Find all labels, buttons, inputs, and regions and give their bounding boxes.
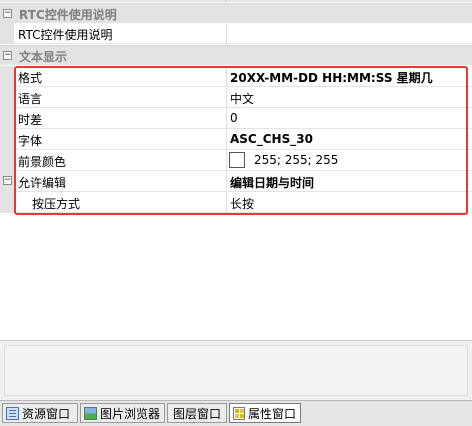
description-area (4, 345, 468, 396)
property-value[interactable]: 中文 (230, 90, 254, 107)
property-value[interactable]: 编辑日期与时间 (230, 174, 314, 191)
property-row-language[interactable]: 语言 中文 (0, 87, 472, 108)
image-browser-icon (84, 406, 97, 420)
property-name: 语言 (18, 92, 43, 106)
property-name: 格式 (18, 71, 43, 85)
property-value[interactable]: 20XX-MM-DD HH:MM:SS 星期几 (230, 69, 433, 86)
collapse-icon[interactable]: − (3, 176, 12, 185)
property-name: 时差 (18, 113, 43, 127)
category-rtc-usage[interactable]: − RTC控件使用说明 (0, 3, 472, 23)
collapse-icon[interactable]: − (3, 51, 12, 60)
property-row-press-mode[interactable]: 按压方式 长按 (0, 192, 472, 213)
category-text-display[interactable]: − 文本显示 (0, 45, 472, 65)
property-name: RTC控件使用说明 (18, 28, 113, 42)
resource-window-icon (6, 406, 19, 420)
property-name: 允许编辑 (18, 176, 67, 190)
property-name: 字体 (18, 134, 43, 148)
property-grid: − RTC控件使用说明 RTC控件使用说明 − 文本显示 格式 20XX-MM-… (0, 0, 472, 340)
property-row-foreground-color[interactable]: 前景颜色 255; 255; 255 (0, 150, 472, 171)
category-title: RTC控件使用说明 (19, 8, 117, 22)
bottom-tab-bar: 资源窗口 图片浏览器 图层窗口 属性窗口 (0, 400, 472, 426)
property-value[interactable]: 长按 (230, 195, 254, 212)
tab-label: 属性窗口 (247, 406, 296, 421)
category-title: 文本显示 (19, 50, 68, 64)
tab-label: 图层窗口 (173, 406, 222, 421)
property-row-time-offset[interactable]: 时差 0 (0, 108, 472, 129)
property-value[interactable]: 255; 255; 255 (254, 153, 338, 167)
property-value[interactable]: 0 (230, 111, 238, 125)
property-row-allow-edit[interactable]: − 允许编辑 编辑日期与时间 (0, 171, 472, 192)
tab-label: 资源窗口 (22, 406, 71, 421)
collapse-icon[interactable]: − (3, 9, 12, 18)
color-swatch[interactable] (229, 152, 245, 168)
property-name: 按压方式 (32, 197, 81, 211)
property-value[interactable]: ASC_CHS_30 (230, 132, 313, 146)
description-panel (0, 340, 472, 400)
tab-image-browser[interactable]: 图片浏览器 (80, 403, 165, 423)
property-row-format[interactable]: 格式 20XX-MM-DD HH:MM:SS 星期几 (0, 66, 472, 87)
property-row-font[interactable]: 字体 ASC_CHS_30 (0, 129, 472, 150)
tab-layer-window[interactable]: 图层窗口 (167, 403, 227, 423)
top-border (0, 0, 472, 2)
property-row-rtc-usage[interactable]: RTC控件使用说明 (0, 23, 472, 44)
property-name: 前景颜色 (18, 155, 67, 169)
property-window-icon (233, 406, 245, 420)
tab-label: 图片浏览器 (99, 406, 160, 421)
tab-resource-window[interactable]: 资源窗口 (2, 403, 78, 423)
tab-property-window[interactable]: 属性窗口 (229, 403, 301, 423)
